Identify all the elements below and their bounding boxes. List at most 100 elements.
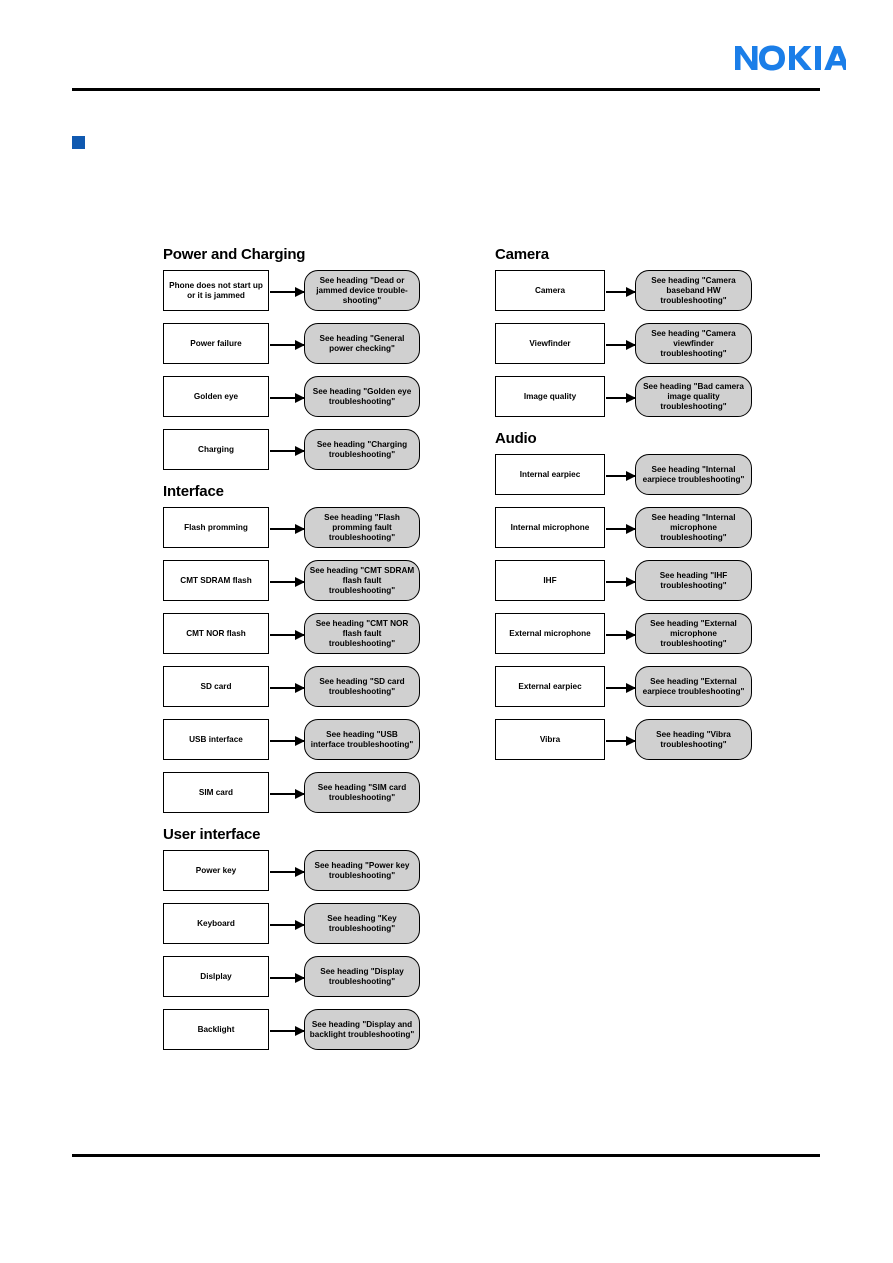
- flow-source-node[interactable]: Internal earpiec: [495, 454, 605, 495]
- flow-target-node[interactable]: See heading "Display troubleshooting": [304, 956, 420, 997]
- flow-source-label: Phone does not start up or it is jammed: [169, 280, 263, 300]
- flow-row: Flash promming See heading "Flash prommin…: [163, 507, 425, 550]
- flow-target-node[interactable]: See heading "External earpiece troublesh…: [635, 666, 752, 707]
- flow-row: Image quality See heading "Bad camera ima…: [495, 376, 757, 419]
- flow-target-node[interactable]: See heading "Power key troubleshooting": [304, 850, 420, 891]
- flow-target-label: See heading "SD card troubleshooting": [319, 676, 405, 696]
- flow-source-label: CMT SDRAM flash: [180, 575, 252, 585]
- flow-target-label: See heading "Internal microphone trouble…: [651, 512, 736, 542]
- flow-target-node[interactable]: See heading "Key troubleshooting": [304, 903, 420, 944]
- flow-target-label: See heading "Camera baseband HW troubles…: [651, 275, 736, 305]
- flow-arrow-icon: [270, 972, 305, 983]
- flow-source-node[interactable]: Internal microphone: [495, 507, 605, 548]
- flow-group-title: Audio: [495, 430, 537, 447]
- flow-source-node[interactable]: External microphone: [495, 613, 605, 654]
- flow-source-node[interactable]: CMT NOR flash: [163, 613, 269, 654]
- header-rule: [72, 88, 820, 91]
- flow-source-node[interactable]: SIM card: [163, 772, 269, 813]
- flow-target-label: See heading "Key troubleshooting": [327, 913, 397, 933]
- flow-source-node[interactable]: Viewfinder: [495, 323, 605, 364]
- flow-group: Power and Charging Phone does not start u…: [163, 246, 425, 472]
- flow-source-node[interactable]: Phone does not start up or it is jammed: [163, 270, 269, 311]
- flow-target-node[interactable]: See heading "SIM card troubleshooting": [304, 772, 420, 813]
- flow-target-label: See heading "Power key troubleshooting": [314, 860, 410, 880]
- flow-row: Viewfinder See heading "Camera viewfinder…: [495, 323, 757, 366]
- flow-target-node[interactable]: See heading "Vibra troubleshooting": [635, 719, 752, 760]
- flow-source-node[interactable]: Image quality: [495, 376, 605, 417]
- flow-target-label: See heading "Display troubleshooting": [320, 966, 404, 986]
- flow-target-label: See heading "Charging troubleshooting": [316, 439, 408, 459]
- flow-arrow-icon: [270, 919, 305, 930]
- flow-target-node[interactable]: See heading "Camera baseband HW troubles…: [635, 270, 752, 311]
- flow-row: Power failure See heading "General power …: [163, 323, 425, 366]
- flow-source-node[interactable]: USB interface: [163, 719, 269, 760]
- flow-target-node[interactable]: See heading "Camera viewfinder troublesh…: [635, 323, 752, 364]
- flow-target-label: See heading "Flash promming fault troubl…: [324, 512, 400, 542]
- flow-target-node[interactable]: See heading "Internal microphone trouble…: [635, 507, 752, 548]
- flow-source-node[interactable]: External earpiec: [495, 666, 605, 707]
- flow-source-node[interactable]: Charging: [163, 429, 269, 470]
- flow-row: Internal microphone See heading "Internal…: [495, 507, 757, 550]
- flow-arrow-icon: [606, 735, 636, 746]
- flow-target-label: See heading "Camera viewfinder troublesh…: [651, 328, 736, 358]
- flow-arrow-icon: [270, 392, 305, 403]
- flow-target-node[interactable]: See heading "General power checking": [304, 323, 420, 364]
- flow-source-node[interactable]: Flash promming: [163, 507, 269, 548]
- flow-source-node[interactable]: Power failure: [163, 323, 269, 364]
- flow-group-title: User interface: [163, 826, 261, 843]
- flow-row: Backlight See heading "Display and backli…: [163, 1009, 425, 1052]
- flow-group-title: Camera: [495, 246, 549, 263]
- flow-arrow-icon: [270, 445, 305, 456]
- flow-row: Dislplay See heading "Display troubleshoo…: [163, 956, 425, 999]
- flow-target-node[interactable]: See heading "Golden eye troubleshooting": [304, 376, 420, 417]
- flow-target-label: See heading "Dead or jammed device troub…: [316, 275, 408, 305]
- flow-row: External microphone See heading "External…: [495, 613, 757, 656]
- flow-arrow-icon: [270, 339, 305, 350]
- flow-target-node[interactable]: See heading "SD card troubleshooting": [304, 666, 420, 707]
- flow-source-label: SD card: [200, 681, 232, 691]
- flow-source-node[interactable]: SD card: [163, 666, 269, 707]
- flow-source-label: IHF: [543, 575, 557, 585]
- flow-source-node[interactable]: Power key: [163, 850, 269, 891]
- flow-target-node[interactable]: See heading "External microphone trouble…: [635, 613, 752, 654]
- flow-source-node[interactable]: Dislplay: [163, 956, 269, 997]
- flow-source-node[interactable]: IHF: [495, 560, 605, 601]
- flow-source-node[interactable]: CMT SDRAM flash: [163, 560, 269, 601]
- flow-source-node[interactable]: Keyboard: [163, 903, 269, 944]
- flow-source-node[interactable]: Vibra: [495, 719, 605, 760]
- flow-source-node[interactable]: Backlight: [163, 1009, 269, 1050]
- flow-source-label: Backlight: [197, 1024, 235, 1034]
- flow-arrow-icon: [270, 523, 305, 534]
- flow-source-label: Vibra: [539, 734, 561, 744]
- flow-arrow-icon: [606, 682, 636, 693]
- flow-target-node[interactable]: See heading "IHF troubleshooting": [635, 560, 752, 601]
- flow-target-label: See heading "Internal earpiece troublesh…: [642, 464, 745, 484]
- flow-row: External earpiec See heading "External ea…: [495, 666, 757, 709]
- flow-target-node[interactable]: See heading "CMT SDRAM flash fault troub…: [304, 560, 420, 601]
- flow-target-node[interactable]: See heading "Display and backlight troub…: [304, 1009, 420, 1050]
- flow-arrow-icon: [606, 392, 636, 403]
- flow-arrow-icon: [270, 866, 305, 877]
- flow-target-node[interactable]: See heading "Charging troubleshooting": [304, 429, 420, 470]
- flow-source-node[interactable]: Camera: [495, 270, 605, 311]
- flow-row: Internal earpiec See heading "Internal ea…: [495, 454, 757, 497]
- flow-arrow-icon: [270, 735, 305, 746]
- flow-group: User interface Power key See heading "Powe…: [163, 826, 425, 1052]
- flow-row: CMT SDRAM flash See heading "CMT SDRAM fl…: [163, 560, 425, 603]
- flow-row: Keyboard See heading "Key troubleshooting…: [163, 903, 425, 946]
- flow-target-label: See heading "Display and backlight troub…: [309, 1019, 415, 1039]
- flow-source-node[interactable]: Golden eye: [163, 376, 269, 417]
- flow-group: Audio Internal earpiec See heading "Intern…: [495, 430, 757, 762]
- flow-target-node[interactable]: See heading "Internal earpiece troublesh…: [635, 454, 752, 495]
- flow-target-node[interactable]: See heading "CMT NOR flash fault trouble…: [304, 613, 420, 654]
- flow-target-node[interactable]: See heading "Bad camera image quality tr…: [635, 376, 752, 417]
- flow-arrow-icon: [270, 576, 305, 587]
- flow-row: Power key See heading "Power key troubles…: [163, 850, 425, 893]
- flow-target-node[interactable]: See heading "Dead or jammed device troub…: [304, 270, 420, 311]
- flow-arrow-icon: [606, 576, 636, 587]
- flow-arrow-icon: [606, 629, 636, 640]
- flow-source-label: SIM card: [198, 787, 234, 797]
- flow-target-node[interactable]: See heading "USB interface troubleshooti…: [304, 719, 420, 760]
- flow-target-label: See heading "USB interface troubleshooti…: [310, 729, 414, 749]
- flow-target-node[interactable]: See heading "Flash promming fault troubl…: [304, 507, 420, 548]
